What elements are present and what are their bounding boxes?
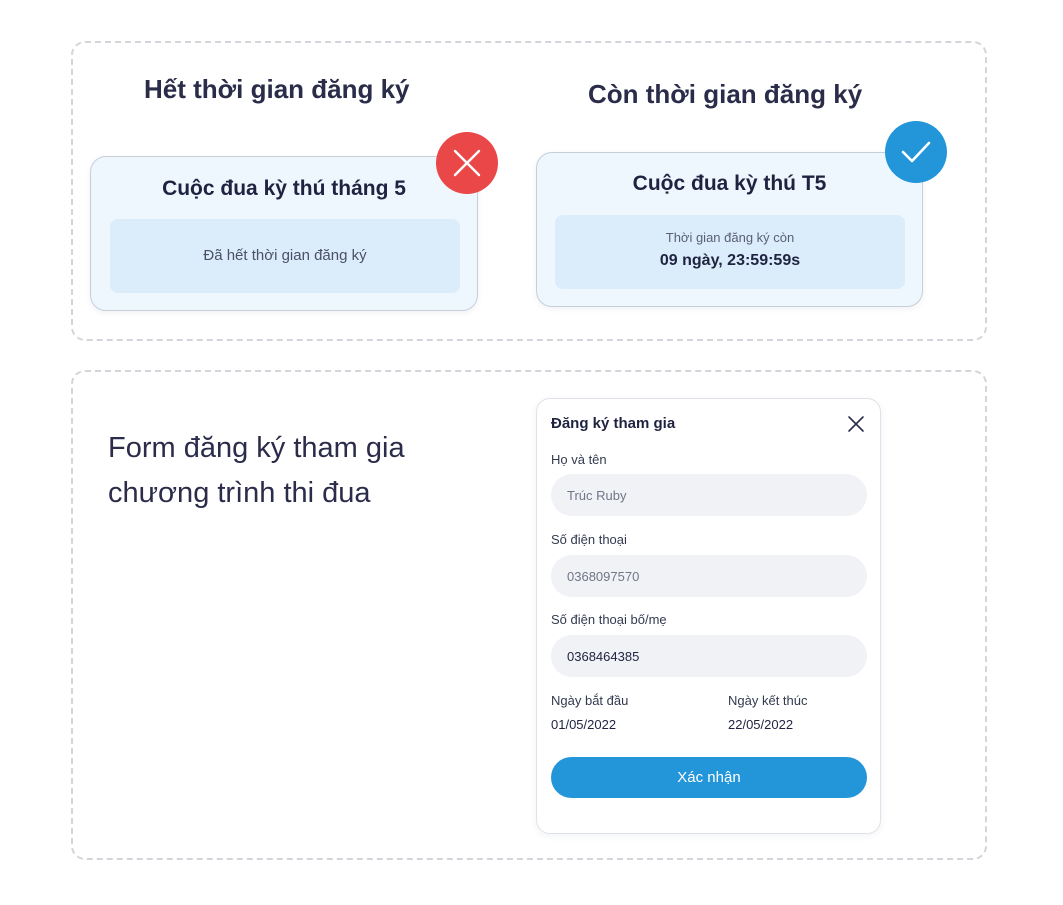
open-section-title: Còn thời gian đăng ký (588, 79, 863, 109)
countdown-label: Thời gian đăng ký còn (665, 230, 795, 245)
open-card-title: Cuộc đua kỳ thú T5 (632, 172, 827, 195)
expired-race-card[interactable]: Cuộc đua kỳ thú tháng 5 Đã hết thời gian… (90, 156, 478, 311)
name-input[interactable] (551, 474, 867, 516)
expired-message: Đã hết thời gian đăng ký (203, 247, 367, 264)
open-race-card[interactable]: Cuộc đua kỳ thú T5 Thời gian đăng ký còn… (536, 152, 923, 307)
form-caption-line1: Form đăng ký tham gia (108, 432, 405, 464)
form-caption: Form đăng ký tham gia chương trình thi đ… (108, 426, 488, 516)
confirm-button[interactable]: Xác nhận (551, 757, 867, 798)
phone-label: Số điện thoại (551, 532, 627, 547)
form-caption-line2: chương trình thi đua (108, 477, 371, 509)
parent-phone-label: Số điện thoại bố/mẹ (551, 612, 667, 627)
form-title: Đăng ký tham gia (551, 415, 676, 432)
expired-status-box: Đã hết thời gian đăng ký (110, 219, 460, 293)
end-date-label: Ngày kết thúc (728, 693, 808, 708)
name-label: Họ và tên (551, 452, 607, 467)
countdown-box: Thời gian đăng ký còn 09 ngày, 23:59:59s (555, 215, 905, 289)
countdown-value: 09 ngày, 23:59:59s (659, 252, 801, 269)
close-icon[interactable] (845, 413, 867, 435)
expired-section-title: Hết thời gian đăng ký (144, 74, 410, 104)
start-date-label: Ngày bắt đầu (551, 693, 629, 708)
phone-input[interactable] (551, 555, 867, 597)
expired-card-title: Cuộc đua kỳ thú tháng 5 (162, 177, 406, 200)
parent-phone-input[interactable] (551, 635, 867, 677)
x-icon (436, 132, 498, 194)
start-date-value: 01/05/2022 (551, 717, 617, 732)
registration-form-dialog: Đăng ký tham gia Họ và tên Số điện thoại… (536, 398, 881, 834)
check-icon (885, 121, 947, 183)
end-date-value: 22/05/2022 (728, 717, 794, 732)
